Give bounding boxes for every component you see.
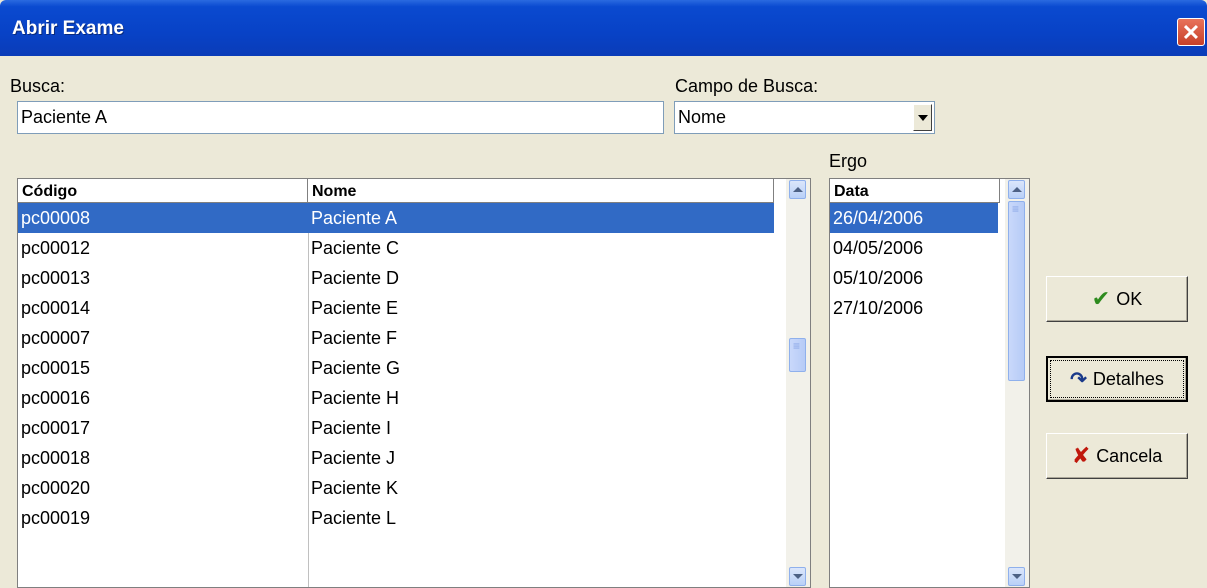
name-cell: Paciente C [311,238,400,258]
details-button[interactable]: ↷ Detalhes [1046,356,1188,402]
name-cell: Paciente J [311,448,396,468]
name-cell: Paciente E [311,298,399,318]
name-cell: Paciente I [311,418,392,438]
x-icon: ✘ [1071,443,1091,468]
code-cell: pc00015 [21,358,91,378]
cancel-button[interactable]: ✘ Cancela [1046,433,1188,479]
search-label: Busca: [10,76,66,96]
table-row[interactable]: pc00020 Paciente K [18,473,774,503]
table-row[interactable]: pc00012 Paciente C [18,233,774,263]
table-row[interactable]: pc00007 Paciente F [18,323,774,353]
code-cell: pc00007 [21,328,91,348]
close-button[interactable]: ✕ [1177,18,1205,46]
window-title: Abrir Exame [12,18,124,39]
name-cell: Paciente G [311,358,401,378]
name-cell: Paciente L [311,508,397,528]
list-item[interactable]: 05/10/2006 [830,263,998,293]
ok-button[interactable]: ✔ OK [1046,276,1188,322]
scroll-thumb[interactable] [789,338,806,372]
search-field-select[interactable]: Nome [674,101,935,134]
cancel-button-label: Cancela [1096,445,1163,466]
exams-scrollbar[interactable] [1005,179,1029,587]
name-cell: Paciente D [311,268,400,288]
ok-button-label: OK [1116,288,1143,309]
exams-grid[interactable]: Data 26/04/2006 04/05/2006 05/10/2006 27/10… [829,178,1030,588]
patients-scrollbar[interactable] [786,179,810,587]
exams-label: Ergo [829,151,868,171]
table-row[interactable]: pc00013 Paciente D [18,263,774,293]
name-cell: Paciente H [311,388,400,408]
code-cell: pc00013 [21,268,91,288]
code-cell: pc00020 [21,478,91,498]
date-cell: 05/10/2006 [833,268,924,288]
details-button-label: Detalhes [1092,368,1164,389]
dialog-body: Busca: Paciente A Campo de Busca: Nome E… [0,56,1207,588]
list-item[interactable]: 27/10/2006 [830,293,998,323]
name-cell: Paciente A [311,208,398,228]
date-cell: 27/10/2006 [833,298,924,318]
code-cell: pc00018 [21,448,91,468]
scroll-thumb[interactable] [1008,201,1025,381]
code-cell: pc00014 [21,298,91,318]
date-cell: 26/04/2006 [833,208,924,228]
column-header-code[interactable]: Código [18,179,308,203]
search-field-value: Nome [678,107,727,127]
date-cell: 04/05/2006 [833,238,924,258]
code-cell: pc00016 [21,388,91,408]
code-cell: pc00017 [21,418,91,438]
scroll-down-icon[interactable] [789,567,806,586]
search-field-label: Campo de Busca: [675,76,819,96]
search-input[interactable]: Paciente A [17,101,664,134]
check-icon: ✔ [1091,286,1111,311]
scroll-down-icon[interactable] [1008,567,1025,586]
table-row[interactable]: pc00018 Paciente J [18,443,774,473]
table-row[interactable]: pc00017 Paciente I [18,413,774,443]
table-row[interactable]: pc00014 Paciente E [18,293,774,323]
table-row[interactable]: pc00015 Paciente G [18,353,774,383]
chevron-down-icon[interactable] [913,104,932,131]
title-bar: Abrir Exame ✕ [0,0,1207,56]
name-cell: Paciente K [311,478,399,498]
code-cell: pc00019 [21,508,91,528]
table-row[interactable]: pc00019 Paciente L [18,503,774,533]
refresh-icon: ↷ [1070,368,1087,391]
list-item[interactable]: 26/04/2006 [830,203,998,233]
search-input-value: Paciente A [21,107,108,127]
table-row[interactable]: pc00016 Paciente H [18,383,774,413]
table-row[interactable]: pc00008 Paciente A [18,203,774,233]
column-header-date[interactable]: Data [830,179,1000,203]
scroll-up-icon[interactable] [789,180,806,199]
name-cell: Paciente F [311,328,398,348]
patients-grid[interactable]: Código Nome pc00008 Paciente A pc00012 Paci… [17,178,811,588]
code-cell: pc00012 [21,238,91,258]
column-header-name[interactable]: Nome [308,179,774,203]
code-cell: pc00008 [21,208,91,228]
scroll-up-icon[interactable] [1008,180,1025,199]
list-item[interactable]: 04/05/2006 [830,233,998,263]
